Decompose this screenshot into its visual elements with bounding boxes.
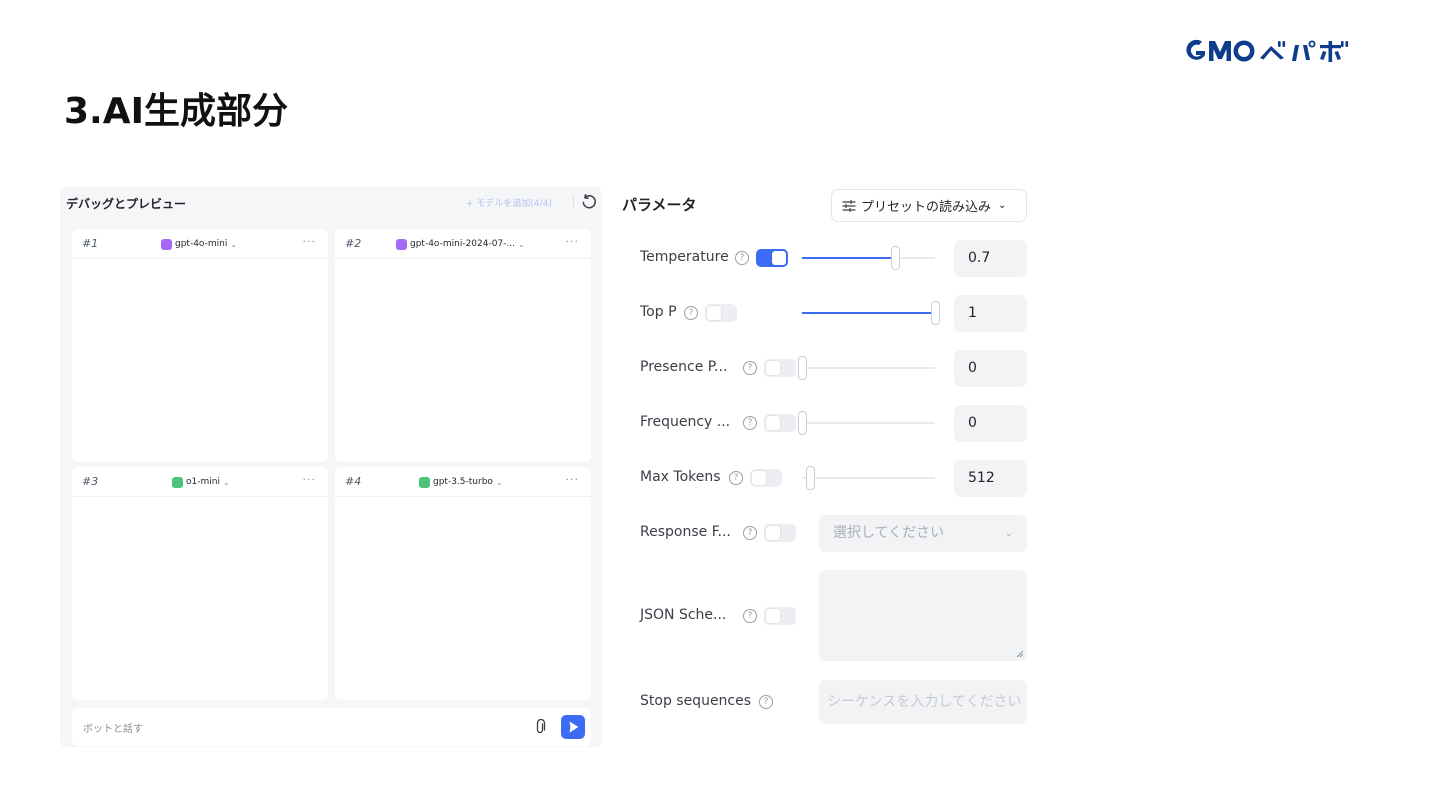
help-icon[interactable]: ? bbox=[684, 306, 698, 320]
send-icon bbox=[569, 721, 579, 733]
model-selector[interactable]: gpt-4o-mini ⌄ bbox=[161, 236, 237, 252]
model-selector[interactable]: o1-mini ⌄ bbox=[172, 474, 230, 490]
openai-model-icon bbox=[419, 476, 430, 488]
model-card-1: #1 gpt-4o-mini ⌄ ··· bbox=[72, 229, 328, 462]
model-card-header: #3 o1-mini ⌄ ··· bbox=[72, 467, 328, 497]
load-preset-label: プリセットの読み込み bbox=[861, 200, 992, 215]
slider-thumb[interactable] bbox=[798, 356, 807, 380]
gmo-pepabo-logo bbox=[1186, 39, 1349, 62]
help-icon[interactable]: ? bbox=[743, 609, 757, 623]
chevron-down-icon: ⌄ bbox=[230, 239, 238, 249]
temperature-label: Temperature bbox=[640, 249, 729, 265]
help-icon[interactable]: ? bbox=[743, 416, 757, 430]
chat-input-placeholder: ボットと話す bbox=[83, 724, 143, 735]
openai-model-icon bbox=[172, 476, 183, 488]
debug-preview-panel: デバッグとプレビュー + モデルを追加(4/4) #1 gpt-4o-mini … bbox=[60, 187, 602, 747]
more-options-icon[interactable]: ··· bbox=[303, 235, 317, 248]
paperclip-icon[interactable] bbox=[533, 719, 547, 735]
help-icon[interactable]: ? bbox=[729, 471, 743, 485]
slider-thumb[interactable] bbox=[798, 411, 807, 435]
model-card-number: #4 bbox=[345, 475, 362, 488]
send-button[interactable] bbox=[561, 715, 585, 739]
top-p-toggle[interactable] bbox=[705, 304, 737, 322]
slider-thumb[interactable] bbox=[931, 301, 940, 325]
model-card-header: #1 gpt-4o-mini ⌄ ··· bbox=[72, 229, 328, 259]
model-name: gpt-4o-mini-2024-07-... bbox=[410, 239, 516, 249]
response-format-placeholder: 選択してください bbox=[833, 525, 945, 541]
help-icon[interactable]: ? bbox=[743, 361, 757, 375]
add-model-button[interactable]: + モデルを追加(4/4) bbox=[466, 196, 552, 209]
chevron-down-icon: ⌄ bbox=[998, 200, 1007, 211]
more-options-icon[interactable]: ··· bbox=[303, 473, 317, 486]
model-card-number: #3 bbox=[82, 475, 99, 488]
model-card-4: #4 gpt-3.5-turbo ⌄ ··· bbox=[335, 467, 591, 700]
model-selector[interactable]: gpt-4o-mini-2024-07-... ⌄ bbox=[396, 236, 525, 252]
parameters-title: パラメータ bbox=[622, 196, 697, 214]
chevron-down-icon: ⌄ bbox=[1004, 528, 1013, 539]
json-schema-label: JSON Sche... bbox=[640, 607, 727, 623]
help-icon[interactable]: ? bbox=[735, 251, 749, 265]
model-name: gpt-3.5-turbo bbox=[433, 477, 493, 487]
temperature-toggle[interactable] bbox=[756, 249, 788, 267]
more-options-icon[interactable]: ··· bbox=[566, 473, 580, 486]
model-name: o1-mini bbox=[186, 477, 220, 487]
max-tokens-value[interactable]: 512 bbox=[954, 460, 1027, 497]
temperature-value[interactable]: 0.7 bbox=[954, 240, 1027, 277]
openai-model-icon bbox=[396, 238, 407, 250]
model-name: gpt-4o-mini bbox=[175, 239, 228, 249]
response-format-toggle[interactable] bbox=[764, 524, 796, 542]
model-card-header: #2 gpt-4o-mini-2024-07-... ⌄ ··· bbox=[335, 229, 591, 259]
top-p-value[interactable]: 1 bbox=[954, 295, 1027, 332]
presence-penalty-value[interactable]: 0 bbox=[954, 350, 1027, 387]
model-selector[interactable]: gpt-3.5-turbo ⌄ bbox=[419, 474, 503, 490]
model-card-2: #2 gpt-4o-mini-2024-07-... ⌄ ··· bbox=[335, 229, 591, 462]
chevron-down-icon: ⌄ bbox=[222, 477, 230, 487]
more-options-icon[interactable]: ··· bbox=[566, 235, 580, 248]
chat-input[interactable]: ボットと話す bbox=[72, 708, 591, 746]
model-card-number: #1 bbox=[82, 237, 99, 250]
top-p-label: Top P bbox=[640, 304, 677, 320]
load-preset-button[interactable]: プリセットの読み込み ⌄ bbox=[831, 189, 1027, 222]
help-icon[interactable]: ? bbox=[743, 526, 757, 540]
resize-handle-icon[interactable] bbox=[1016, 650, 1024, 658]
response-format-label: Response F... bbox=[640, 524, 731, 540]
help-icon[interactable]: ? bbox=[759, 695, 773, 709]
frequency-penalty-value[interactable]: 0 bbox=[954, 405, 1027, 442]
top-p-slider[interactable] bbox=[802, 301, 940, 325]
slide-title: 3.AI生成部分 bbox=[64, 91, 288, 132]
slider-fill bbox=[802, 257, 896, 259]
stop-sequences-input[interactable]: シーケンスを入力してください bbox=[819, 680, 1027, 724]
response-format-select[interactable]: 選択してください ⌄ bbox=[819, 515, 1027, 552]
slider-thumb[interactable] bbox=[891, 246, 901, 270]
max-tokens-slider[interactable] bbox=[802, 466, 935, 490]
model-card-number: #2 bbox=[345, 237, 362, 250]
slider-thumb[interactable] bbox=[806, 466, 815, 490]
max-tokens-toggle[interactable] bbox=[750, 469, 782, 487]
frequency-penalty-slider[interactable] bbox=[798, 411, 935, 435]
header-divider bbox=[573, 195, 574, 209]
refresh-icon[interactable] bbox=[580, 193, 598, 211]
debug-panel-title: デバッグとプレビュー bbox=[66, 197, 187, 211]
presence-penalty-slider[interactable] bbox=[798, 356, 935, 380]
temperature-slider[interactable] bbox=[802, 246, 935, 270]
sliders-icon bbox=[842, 199, 856, 212]
max-tokens-label: Max Tokens bbox=[640, 469, 721, 485]
presence-penalty-toggle[interactable] bbox=[764, 359, 796, 377]
model-card-3: #3 o1-mini ⌄ ··· bbox=[72, 467, 328, 700]
json-schema-toggle[interactable] bbox=[764, 607, 796, 625]
stop-sequences-label: Stop sequences bbox=[640, 693, 752, 709]
frequency-penalty-label: Frequency ... bbox=[640, 414, 731, 430]
chevron-down-icon: ⌄ bbox=[495, 477, 503, 487]
openai-model-icon bbox=[161, 238, 172, 250]
frequency-penalty-toggle[interactable] bbox=[764, 414, 796, 432]
json-schema-textarea[interactable] bbox=[819, 570, 1027, 661]
model-card-header: #4 gpt-3.5-turbo ⌄ ··· bbox=[335, 467, 591, 497]
slider-fill bbox=[802, 312, 935, 314]
presence-penalty-label: Presence P... bbox=[640, 359, 728, 375]
chevron-down-icon: ⌄ bbox=[518, 239, 525, 249]
